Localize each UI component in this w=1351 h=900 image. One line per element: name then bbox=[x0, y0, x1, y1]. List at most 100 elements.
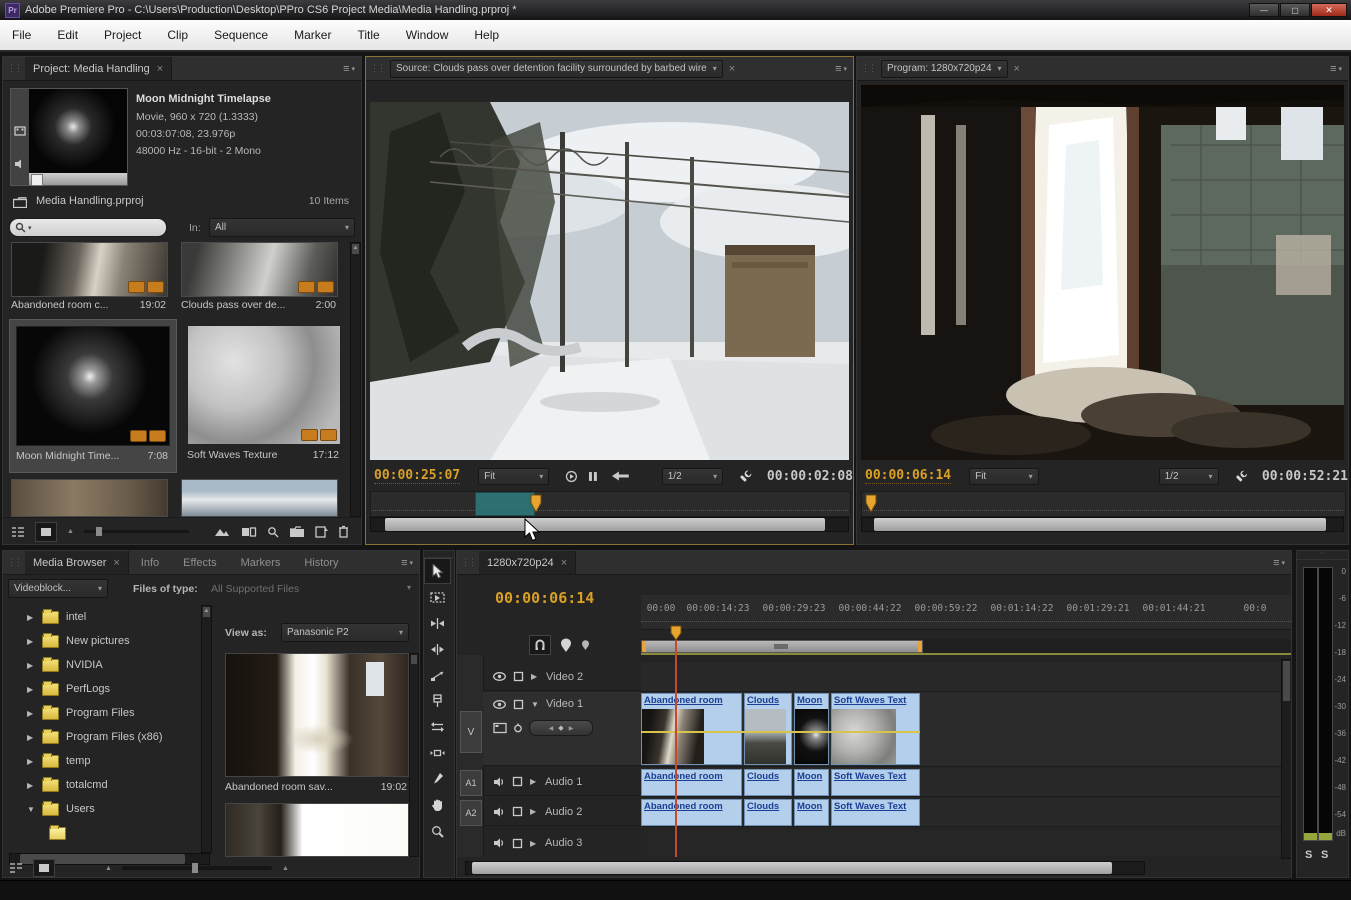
track-select-tool[interactable] bbox=[424, 584, 451, 610]
menu-sequence[interactable]: Sequence bbox=[212, 28, 270, 42]
browser-zoom-slider[interactable] bbox=[122, 866, 272, 870]
browser-zoom-out[interactable]: ▲ bbox=[105, 865, 112, 872]
track-header-video2[interactable]: ▶ Video 2 bbox=[483, 663, 641, 691]
settings-wrench-icon[interactable] bbox=[738, 469, 753, 484]
snap-button[interactable] bbox=[529, 635, 551, 655]
panel-menu-icon[interactable]: ≡▾ bbox=[1267, 557, 1291, 569]
track-lock-icon[interactable] bbox=[513, 699, 524, 710]
panel-menu-icon[interactable]: ≡▾ bbox=[829, 63, 853, 75]
expand-track-icon[interactable]: ▶ bbox=[530, 839, 538, 848]
toggle-track-output-icon[interactable] bbox=[493, 777, 505, 787]
timeline-clip-video[interactable]: Abandoned room bbox=[641, 693, 742, 765]
loupe-icon[interactable] bbox=[267, 526, 279, 538]
files-of-type-caret[interactable]: ▾ bbox=[407, 583, 411, 592]
close-button[interactable]: ✕ bbox=[1311, 3, 1347, 17]
slide-tool[interactable] bbox=[424, 740, 451, 766]
settings-wrench-icon[interactable] bbox=[1234, 469, 1248, 484]
panel-menu-icon[interactable]: ≡▾ bbox=[395, 557, 419, 569]
source-in-out-span[interactable] bbox=[475, 492, 535, 516]
track-lock-icon[interactable] bbox=[512, 838, 523, 849]
program-sequence-selector[interactable]: Program: 1280x720p24▾ bbox=[881, 60, 1008, 78]
tree-item[interactable]: ▶intel bbox=[9, 605, 199, 629]
trash-icon[interactable] bbox=[338, 525, 349, 538]
program-resolution-dropdown[interactable]: 1/2▾ bbox=[1159, 468, 1219, 485]
tree-item[interactable]: ▶Program Files (x86) bbox=[9, 725, 199, 749]
tree-item[interactable]: ▶New pictures bbox=[9, 629, 199, 653]
timeline-clip-audio[interactable]: Moon bbox=[794, 769, 829, 796]
source-scrollbar[interactable] bbox=[370, 517, 849, 532]
tree-item[interactable]: ▶PerfLogs bbox=[9, 677, 199, 701]
drag-video-icon[interactable] bbox=[565, 470, 578, 483]
new-bin-icon[interactable] bbox=[289, 526, 305, 538]
tab-close-icon[interactable]: × bbox=[729, 63, 735, 75]
toggle-track-output-icon[interactable] bbox=[493, 807, 505, 817]
timeline-clip-audio[interactable]: Soft Waves Text bbox=[831, 769, 920, 796]
program-timecode[interactable]: 00:00:06:14 bbox=[865, 468, 951, 484]
zoom-out-handle[interactable]: ▲ bbox=[67, 528, 74, 535]
search-input[interactable]: ▾ bbox=[9, 218, 167, 237]
poster-frame-icon[interactable] bbox=[14, 125, 26, 137]
source-zoom-dropdown[interactable]: Fit▾ bbox=[478, 468, 549, 485]
browser-clip-thumb-partial[interactable] bbox=[225, 803, 409, 857]
slip-tool[interactable] bbox=[424, 714, 451, 740]
timeline-playhead-head[interactable] bbox=[669, 625, 683, 641]
timeline-clip-audio[interactable]: Abandoned room bbox=[641, 769, 742, 796]
panel-grip[interactable]: ⋮⋮ bbox=[861, 63, 875, 74]
source-resolution-dropdown[interactable]: 1/2▾ bbox=[662, 468, 723, 485]
collapse-track-icon[interactable]: ▼ bbox=[531, 700, 539, 709]
menu-edit[interactable]: Edit bbox=[55, 28, 80, 42]
zoom-tool[interactable] bbox=[424, 818, 451, 844]
source-clip-selector[interactable]: Source: Clouds pass over detention facil… bbox=[390, 60, 723, 78]
list-view-icon[interactable] bbox=[11, 526, 25, 538]
project-file-name[interactable]: Media Handling.prproj bbox=[36, 195, 144, 207]
track-header-audio2[interactable]: ▶ Audio 2 bbox=[483, 798, 641, 826]
program-video-frame[interactable] bbox=[861, 85, 1344, 460]
clip-keyframe-line[interactable] bbox=[641, 731, 920, 733]
timeline-clip-video[interactable]: Soft Waves Text bbox=[831, 693, 920, 765]
source-patch-a2[interactable]: A2 bbox=[460, 800, 482, 826]
set-display-style-icon[interactable] bbox=[493, 722, 507, 734]
panel-grip[interactable]: ⋮⋮ bbox=[7, 557, 21, 568]
drag-audio-icon[interactable] bbox=[587, 470, 599, 483]
program-mini-timeline[interactable] bbox=[861, 491, 1346, 517]
tab-sequence[interactable]: 1280x720p24 × bbox=[479, 551, 576, 574]
panel-grip[interactable]: ⋮⋮ bbox=[370, 63, 384, 74]
in-filter-dropdown[interactable]: All▾ bbox=[209, 218, 355, 237]
solo-right-button[interactable]: S bbox=[1321, 849, 1328, 861]
icon-view-button[interactable] bbox=[35, 522, 57, 542]
source-playhead[interactable] bbox=[529, 494, 543, 514]
drive-dropdown[interactable]: Videoblock...▾ bbox=[8, 579, 108, 598]
browser-vscrollbar[interactable] bbox=[409, 653, 419, 857]
timeline-ruler[interactable]: 00:00 00:00:14:23 00:00:29:23 00:00:44:2… bbox=[641, 595, 1291, 630]
hand-tool[interactable] bbox=[424, 792, 451, 818]
toggle-track-output-icon[interactable] bbox=[493, 672, 506, 681]
timeline-clip-video[interactable]: Clouds bbox=[744, 693, 792, 765]
razor-tool[interactable] bbox=[424, 688, 451, 714]
expand-track-icon[interactable]: ▶ bbox=[530, 777, 538, 786]
track-lock-icon[interactable] bbox=[512, 806, 523, 817]
browser-clip-thumb[interactable] bbox=[225, 653, 409, 777]
maximize-button[interactable]: ▢ bbox=[1280, 3, 1310, 17]
new-item-icon[interactable] bbox=[315, 526, 328, 538]
project-clip-2[interactable]: Clouds pass over de... 2:00 bbox=[181, 242, 343, 314]
track-header-video1[interactable]: ▼ Video 1 ◀◆▶ bbox=[483, 692, 641, 766]
marker-small-icon[interactable] bbox=[581, 639, 590, 651]
preview-thumb[interactable] bbox=[10, 88, 128, 186]
tree-item[interactable]: ▶NVIDIA bbox=[9, 653, 199, 677]
source-mini-timeline[interactable] bbox=[370, 491, 851, 517]
program-scrollbar[interactable] bbox=[861, 517, 1344, 532]
menu-project[interactable]: Project bbox=[102, 28, 143, 42]
browser-zoom-in[interactable]: ▲ bbox=[282, 865, 289, 872]
tab-history[interactable]: History bbox=[292, 551, 350, 574]
tab-close-icon[interactable]: × bbox=[1014, 63, 1020, 75]
find-icon[interactable] bbox=[241, 526, 257, 538]
tree-item[interactable]: ▶temp bbox=[9, 749, 199, 773]
view-as-dropdown[interactable]: Panasonic P2▾ bbox=[281, 623, 409, 642]
timeline-clip-video[interactable]: Moon bbox=[794, 693, 829, 765]
project-scrollbar[interactable]: ▲ bbox=[350, 242, 361, 517]
tab-close-icon[interactable]: × bbox=[561, 557, 567, 569]
menu-marker[interactable]: Marker bbox=[292, 28, 333, 42]
work-area-end-handle[interactable] bbox=[918, 641, 922, 652]
panel-grip[interactable]: ⋮⋮ bbox=[461, 557, 475, 568]
menu-title[interactable]: Title bbox=[355, 28, 381, 42]
